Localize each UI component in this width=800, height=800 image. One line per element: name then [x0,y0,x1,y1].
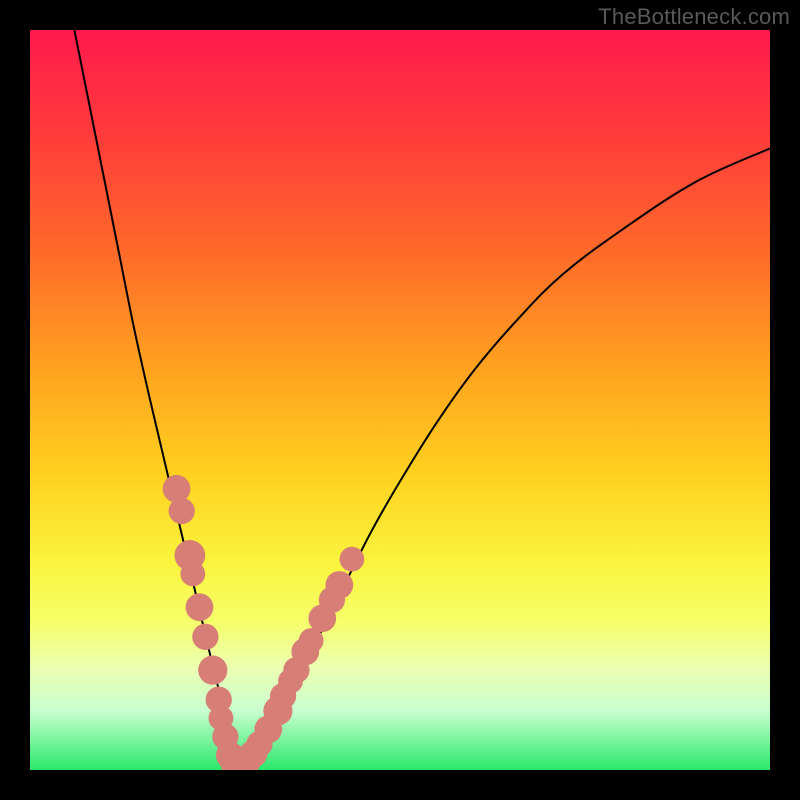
curve-marker [340,547,365,572]
curve-marker [186,593,214,621]
curve-marker [163,475,191,503]
plot-area [30,30,770,770]
curve-marker [198,655,227,684]
chart-svg [30,30,770,770]
chart-frame: TheBottleneck.com [0,0,800,800]
curve-marker [192,624,218,650]
curve-marker [180,562,205,587]
curve-marker [169,498,195,524]
bottleneck-curve [74,30,770,767]
watermark-text: TheBottleneck.com [598,4,790,30]
curve-marker [325,571,353,599]
curve-markers [163,475,365,770]
